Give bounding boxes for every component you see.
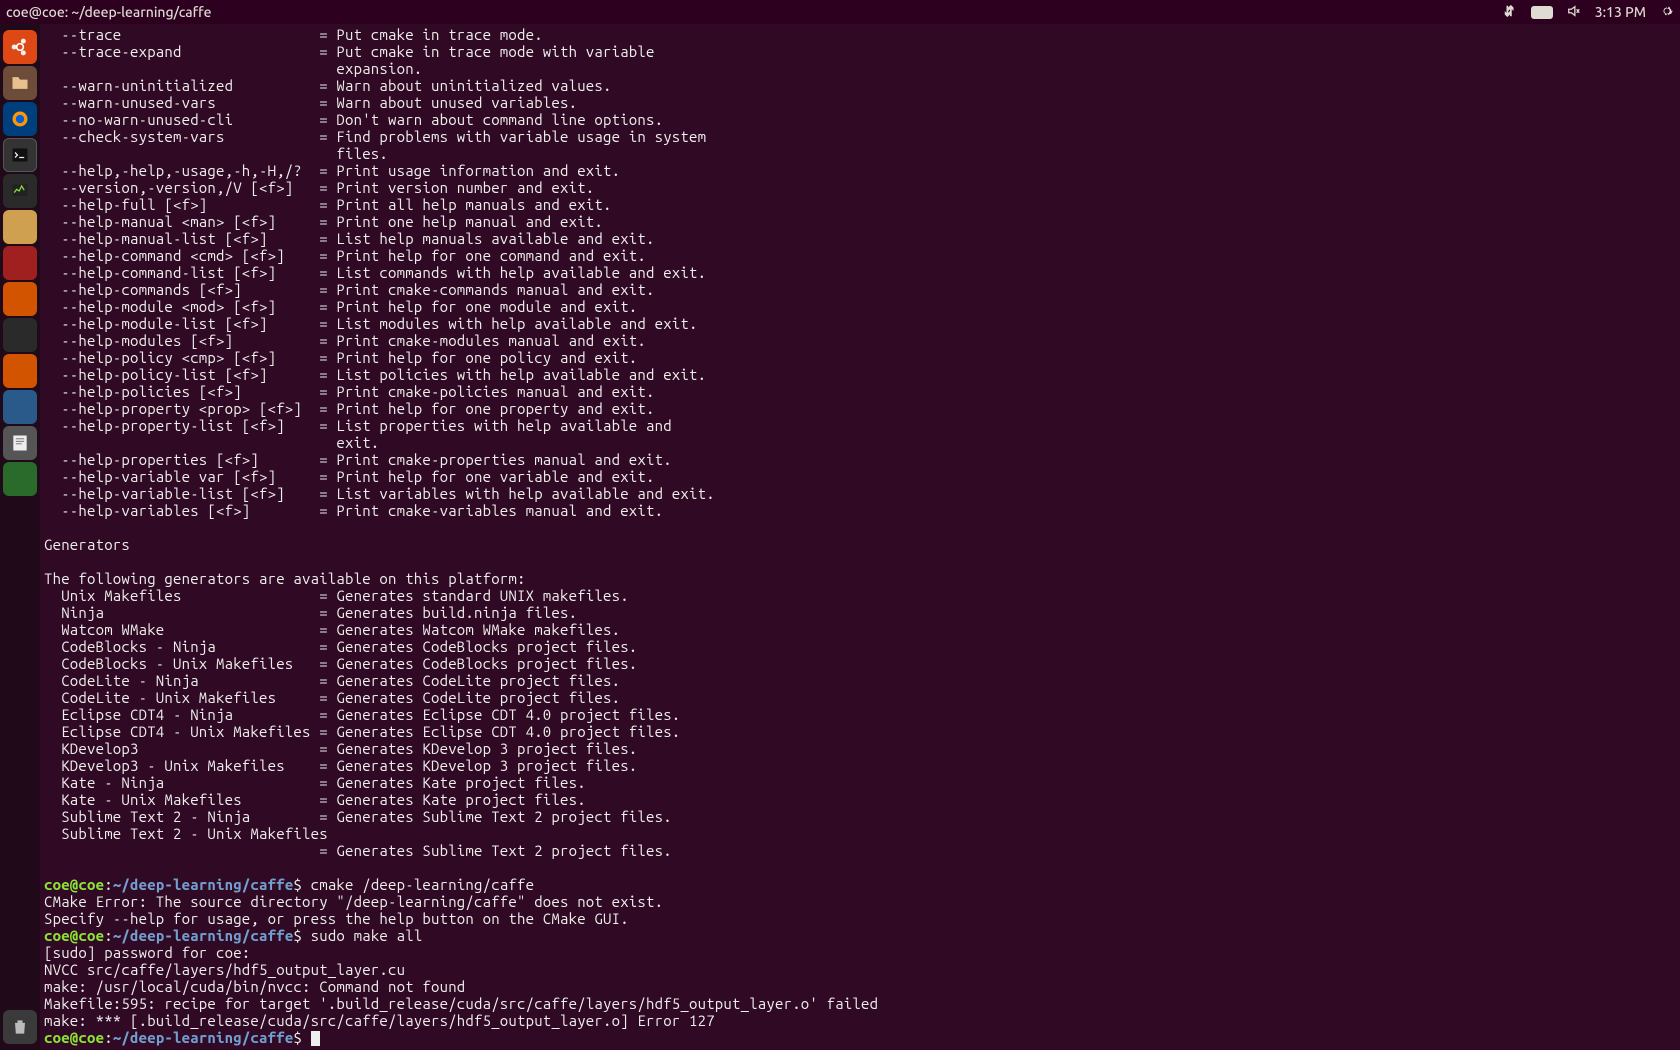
cursor (311, 1031, 320, 1046)
gear-icon[interactable] (1660, 4, 1674, 21)
trash-icon[interactable] (3, 1010, 37, 1044)
app-icon-4[interactable] (3, 318, 37, 352)
clock[interactable]: 3:13 PM (1595, 4, 1646, 20)
app-icon-6[interactable] (3, 390, 37, 424)
network-icon[interactable] (1503, 4, 1517, 21)
app-icon-7[interactable] (3, 462, 37, 496)
volume-icon[interactable] (1567, 4, 1581, 21)
indicator-area: En 3:13 PM (1503, 4, 1674, 21)
files-icon[interactable] (3, 66, 37, 100)
dash-icon[interactable] (3, 30, 37, 64)
app-icon-1[interactable] (3, 210, 37, 244)
app-icon-3[interactable] (3, 282, 37, 316)
unity-launcher (0, 24, 40, 1050)
system-monitor-icon[interactable] (3, 174, 37, 208)
app-icon-5[interactable] (3, 354, 37, 388)
text-editor-icon[interactable] (3, 426, 37, 460)
app-icon-2[interactable] (3, 246, 37, 280)
window-title: coe@coe: ~/deep-learning/caffe (6, 4, 212, 20)
top-panel: coe@coe: ~/deep-learning/caffe En 3:13 P… (0, 0, 1680, 24)
terminal-icon[interactable] (3, 138, 37, 172)
keyboard-indicator[interactable]: En (1531, 6, 1553, 19)
firefox-icon[interactable] (3, 102, 37, 136)
terminal-output[interactable]: --trace = Put cmake in trace mode. --tra… (40, 24, 1680, 1050)
